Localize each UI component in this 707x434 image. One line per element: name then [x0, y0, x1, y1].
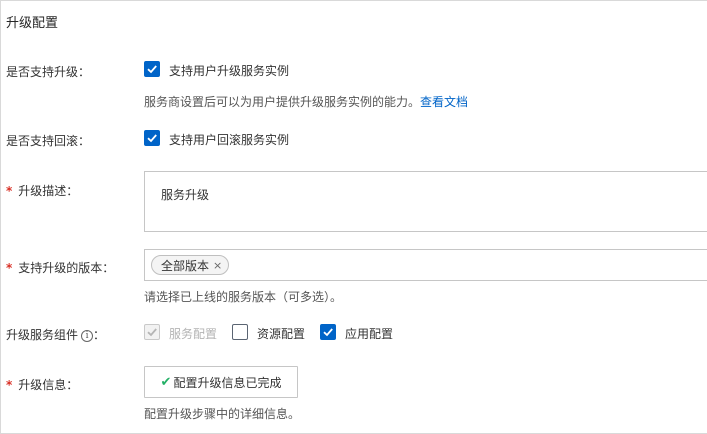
upgrade-support-checkbox-label[interactable]: 支持用户升级服务实例	[169, 62, 289, 79]
upgrade-support-label: 是否支持升级：	[6, 65, 91, 79]
checkmark-icon	[323, 328, 333, 337]
version-tag-label: 全部版本	[161, 258, 210, 273]
component-app-config-checkbox[interactable]	[320, 324, 336, 340]
colon: ：	[93, 328, 106, 342]
upgrade-support-help: 服务商设置后可以为用户提供升级服务实例的能力。查看文档	[144, 93, 468, 110]
component-resource-config-label[interactable]: 资源配置	[257, 325, 305, 342]
checkmark-icon	[147, 134, 157, 143]
upgrade-description-textarea[interactable]: 服务升级	[144, 171, 707, 232]
checkmark-icon	[147, 328, 157, 337]
component-resource-config-checkbox[interactable]	[232, 324, 248, 340]
rollback-support-checkbox-label[interactable]: 支持用户回滚服务实例	[169, 131, 289, 148]
version-tag: 全部版本 ×	[151, 255, 230, 275]
info-icon[interactable]: i	[81, 329, 94, 342]
rollback-support-label: 是否支持回滚：	[6, 134, 91, 148]
tag-remove-icon[interactable]: ×	[213, 259, 222, 272]
supported-versions-select[interactable]: 全部版本 ×	[144, 249, 707, 281]
required-mark: *	[6, 378, 13, 392]
component-app-config-label[interactable]: 应用配置	[345, 325, 393, 342]
checkmark-icon	[147, 65, 157, 74]
supported-versions-label: * 支持升级的版本：	[6, 259, 114, 276]
rollback-support-checkbox[interactable]	[144, 130, 160, 146]
upgrade-description-label-text: 升级描述：	[18, 184, 79, 198]
supported-versions-help: 请选择已上线的服务版本（可多选）。	[144, 290, 343, 304]
check-icon: ✔	[160, 374, 172, 390]
upgrade-support-checkbox[interactable]	[144, 61, 160, 77]
upgrade-components-label-text: 升级服务组件	[6, 328, 79, 342]
component-service-config-label: 服务配置	[169, 327, 218, 341]
supported-versions-label-text: 支持升级的版本：	[18, 261, 115, 275]
upgrade-support-help-text: 服务商设置后可以为用户提供升级服务实例的能力。	[144, 95, 421, 109]
upgrade-description-label: * 升级描述：	[6, 182, 78, 199]
upgrade-info-help: 配置升级步骤中的详细信息。	[144, 407, 301, 421]
required-mark: *	[6, 261, 13, 275]
view-docs-link[interactable]: 查看文档	[420, 95, 468, 109]
upgrade-info-label: * 升级信息：	[6, 376, 78, 393]
upgrade-components-label: 升级服务组件 i：	[6, 326, 105, 343]
configure-upgrade-info-button-label: 配置升级信息已完成	[173, 375, 282, 390]
component-service-config-checkbox	[144, 324, 160, 340]
configure-upgrade-info-button[interactable]: ✔ 配置升级信息已完成	[144, 366, 298, 398]
required-mark: *	[6, 184, 13, 198]
section-title: 升级配置	[6, 16, 59, 31]
upgrade-info-label-text: 升级信息：	[18, 378, 79, 392]
